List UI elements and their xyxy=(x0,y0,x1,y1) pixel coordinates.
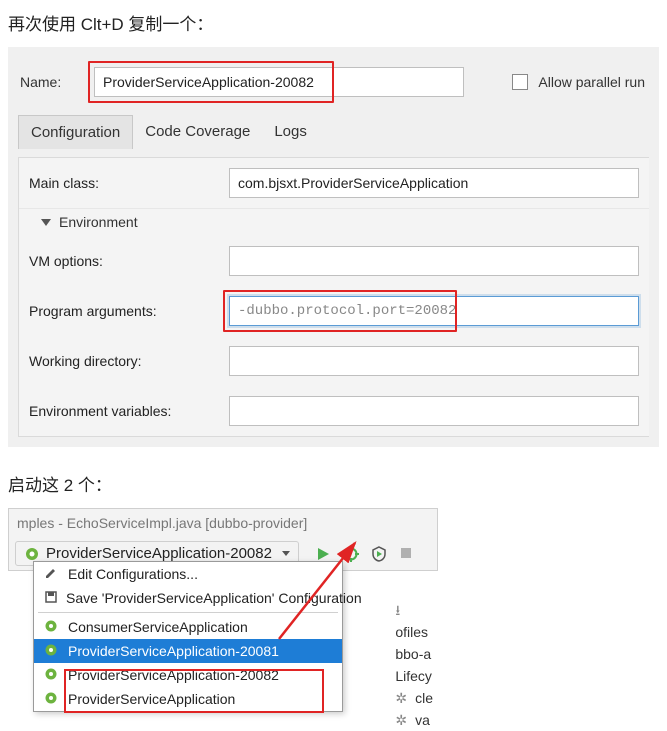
save-icon xyxy=(44,590,58,606)
dropdown-item-provider[interactable]: ProviderServiceApplication xyxy=(34,687,342,711)
doc-text-2: 启动这 2 个： xyxy=(0,461,667,502)
spring-boot-icon xyxy=(44,691,60,707)
ide-toolbar-shot: mples - EchoServiceImpl.java [dubbo-prov… xyxy=(8,508,438,571)
stop-icon[interactable] xyxy=(399,546,415,562)
dropdown-item-provider-20081[interactable]: ProviderServiceApplication-20081 xyxy=(34,639,342,663)
program-arguments-row: Program arguments: xyxy=(19,286,649,336)
vm-options-label: VM options: xyxy=(29,253,219,269)
chevron-down-icon xyxy=(282,551,290,556)
run-config-dialog: Name: Allow parallel run Configuration C… xyxy=(8,47,659,447)
vm-options-row: VM options: xyxy=(19,236,649,286)
tree-item-lifecy[interactable]: Lifecy xyxy=(395,665,433,687)
main-class-input[interactable] xyxy=(229,168,639,198)
dropdown-item-consumer[interactable]: ConsumerServiceApplication xyxy=(34,615,342,639)
tab-configuration[interactable]: Configuration xyxy=(18,115,133,149)
config-fields: Main class: Environment VM options: Prog… xyxy=(18,157,649,437)
name-input[interactable] xyxy=(94,67,464,97)
edit-configurations-item[interactable]: Edit Configurations... xyxy=(34,562,342,586)
allow-parallel-run[interactable]: Allow parallel run xyxy=(512,74,649,90)
program-arguments-label: Program arguments: xyxy=(29,303,219,319)
save-configuration-label: Save 'ProviderServiceApplication' Config… xyxy=(66,590,362,606)
allow-parallel-label: Allow parallel run xyxy=(538,74,645,90)
tree-item-va[interactable]: ✲va xyxy=(395,709,433,731)
working-directory-label: Working directory: xyxy=(29,353,219,369)
environment-header[interactable]: Environment xyxy=(19,208,649,236)
run-config-dropdown: Edit Configurations... Save 'ProviderSer… xyxy=(33,561,343,712)
working-directory-row: Working directory: xyxy=(19,336,649,386)
name-input-wrap xyxy=(94,67,464,97)
debug-icon[interactable] xyxy=(343,546,359,562)
dropdown-item-provider-20082-label: ProviderServiceApplication-20082 xyxy=(68,667,279,683)
environment-variables-label: Environment variables: xyxy=(29,403,219,419)
spring-boot-icon xyxy=(44,643,60,659)
edit-icon xyxy=(44,566,60,582)
name-row: Name: Allow parallel run xyxy=(18,67,649,97)
tree-item-profiles[interactable]: ofiles xyxy=(395,621,433,643)
dropdown-item-provider-label: ProviderServiceApplication xyxy=(68,691,235,707)
spring-boot-icon xyxy=(44,667,60,683)
save-configuration-item[interactable]: Save 'ProviderServiceApplication' Config… xyxy=(34,586,342,610)
tab-code-coverage[interactable]: Code Coverage xyxy=(133,115,262,149)
main-class-label: Main class: xyxy=(29,175,219,191)
editor-title-fragment: mples - EchoServiceImpl.java [dubbo-prov… xyxy=(9,509,437,531)
allow-parallel-checkbox[interactable] xyxy=(512,74,528,90)
main-class-row: Main class: xyxy=(19,158,649,208)
run-coverage-icon[interactable] xyxy=(371,546,387,562)
run-config-selector-label: ProviderServiceApplication-20082 xyxy=(46,545,272,562)
dropdown-separator xyxy=(38,612,338,613)
project-tree-fragment: ⭳ ofiles bbo-a Lifecy ✲cle ✲va xyxy=(395,599,433,731)
tab-logs[interactable]: Logs xyxy=(262,115,319,149)
doc-text-1: 再次使用 Clt+D 复制一个： xyxy=(0,0,667,41)
collapse-icon xyxy=(41,219,51,226)
environment-variables-row: Environment variables: xyxy=(19,386,649,436)
run-icon[interactable] xyxy=(315,546,331,562)
dropdown-item-consumer-label: ConsumerServiceApplication xyxy=(68,619,248,635)
spring-boot-icon xyxy=(24,546,40,562)
dropdown-item-provider-20081-label: ProviderServiceApplication-20081 xyxy=(68,643,279,659)
tree-item-cle[interactable]: ✲cle xyxy=(395,687,433,709)
spring-boot-icon xyxy=(44,619,60,635)
working-directory-input[interactable] xyxy=(229,346,639,376)
program-arguments-input[interactable] xyxy=(229,296,639,326)
dropdown-item-provider-20082[interactable]: ProviderServiceApplication-20082 xyxy=(34,663,342,687)
edit-configurations-label: Edit Configurations... xyxy=(68,566,198,582)
tree-item-bbo[interactable]: bbo-a xyxy=(395,643,433,665)
config-tabs: Configuration Code Coverage Logs xyxy=(18,115,649,149)
environment-label: Environment xyxy=(59,214,138,230)
vm-options-input[interactable] xyxy=(229,246,639,276)
toolbar-actions xyxy=(315,546,415,562)
tree-download-icon[interactable]: ⭳ xyxy=(395,599,433,621)
environment-variables-input[interactable] xyxy=(229,396,639,426)
name-label: Name: xyxy=(18,74,78,90)
